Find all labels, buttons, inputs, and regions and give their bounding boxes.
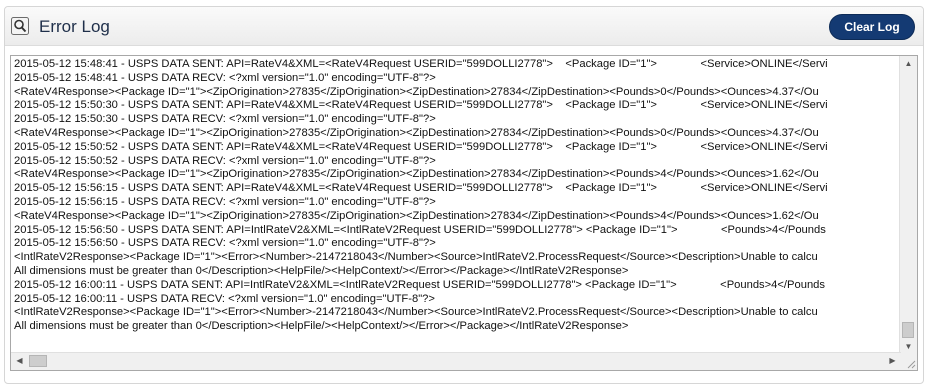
log-line: 2015-05-12 15:50:30 - USPS DATA SENT: AP… [14, 99, 828, 112]
vertical-scrollbar[interactable]: ▲ ▼ [899, 56, 917, 354]
search-log-icon [11, 17, 29, 35]
scroll-up-arrow-icon[interactable]: ▲ [901, 59, 916, 68]
log-line: <IntlRateV2Response><Package ID="1"><Err… [14, 251, 818, 264]
log-line: 2015-05-12 15:50:30 - USPS DATA RECV: <?… [14, 113, 436, 126]
log-line: 2015-05-12 16:00:11 - USPS DATA SENT: AP… [14, 278, 825, 291]
resize-grip-icon[interactable] [900, 353, 917, 370]
log-line: 2015-05-12 16:00:11 - USPS DATA RECV: <?… [14, 292, 435, 305]
log-lines: 2015-05-12 15:48:41 - USPS DATA SENT: AP… [14, 58, 898, 338]
log-line: <RateV4Response><Package ID="1"><ZipOrig… [14, 85, 819, 98]
scroll-left-arrow-icon[interactable]: ◀ [12, 356, 27, 365]
log-line: 2015-05-12 15:56:15 - USPS DATA SENT: AP… [14, 182, 828, 195]
log-line: 2015-05-12 15:48:41 - USPS DATA SENT: AP… [14, 58, 828, 70]
log-line: All dimensions must be greater than 0</D… [14, 264, 629, 277]
log-line: 2015-05-12 15:48:41 - USPS DATA RECV: <?… [14, 71, 436, 84]
log-line: 2015-05-12 15:56:50 - USPS DATA SENT: AP… [14, 223, 826, 236]
panel-header: Error Log Clear Log [5, 7, 923, 46]
log-textarea[interactable]: 2015-05-12 15:48:41 - USPS DATA SENT: AP… [10, 55, 918, 371]
log-line: 2015-05-12 15:56:50 - USPS DATA RECV: <?… [14, 237, 436, 250]
vertical-scroll-thumb[interactable] [902, 322, 914, 338]
log-line: 2015-05-12 15:56:15 - USPS DATA RECV: <?… [14, 195, 436, 208]
log-line: <RateV4Response><Package ID="1"><ZipOrig… [14, 209, 819, 222]
page-title: Error Log [39, 17, 110, 36]
horizontal-scrollbar[interactable]: ◀ ▶ [11, 352, 901, 370]
log-line: 2015-05-12 15:50:52 - USPS DATA RECV: <?… [14, 154, 436, 167]
log-line: 2015-05-12 15:50:52 - USPS DATA SENT: AP… [14, 140, 828, 153]
scroll-down-arrow-icon[interactable]: ▼ [901, 342, 916, 351]
log-line: <RateV4Response><Package ID="1"><ZipOrig… [14, 126, 819, 139]
clear-log-button[interactable]: Clear Log [829, 14, 915, 40]
error-log-panel: Error Log Clear Log 2015-05-12 15:48:41 … [4, 6, 924, 384]
log-line: <RateV4Response><Package ID="1"><ZipOrig… [14, 168, 819, 181]
horizontal-scroll-thumb[interactable] [29, 355, 47, 367]
log-line: All dimensions must be greater than 0</D… [14, 320, 629, 333]
scroll-right-arrow-icon[interactable]: ▶ [885, 356, 900, 365]
log-line: <IntlRateV2Response><Package ID="1"><Err… [14, 306, 818, 319]
